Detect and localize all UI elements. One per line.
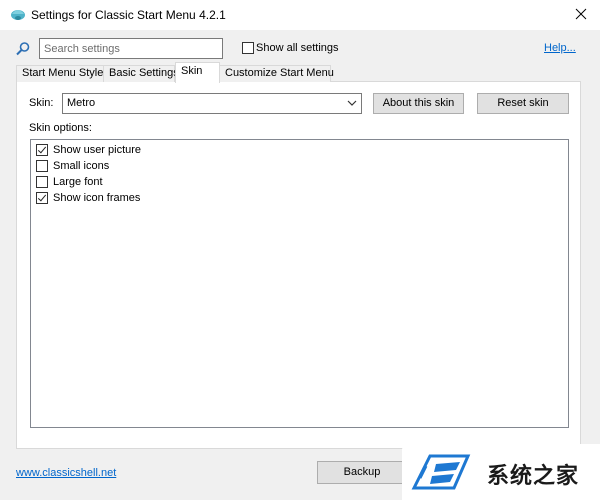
shell-icon [11,10,25,20]
show-all-checkbox[interactable] [242,42,254,54]
small-icons-checkbox[interactable] [36,160,48,172]
title-bar: Settings for Classic Start Menu 4.2.1 [0,0,600,30]
tab-skin[interactable]: Skin [175,62,220,83]
skin-label: Skin: [29,97,54,109]
help-link[interactable]: Help... [544,42,576,54]
skin-options-list: Show user picture Small icons Large font… [30,139,569,428]
skin-selected-value: Metro [67,97,96,109]
option-label: Small icons [53,160,110,172]
about-skin-button[interactable]: About this skin [373,93,464,114]
website-link[interactable]: www.classicshell.net [16,467,116,479]
tab-basic-settings[interactable]: Basic Settings [103,65,179,82]
tab-customize-start-menu[interactable]: Customize Start Menu [219,65,334,82]
close-button[interactable] [566,2,596,26]
search-input[interactable] [39,38,223,59]
show-all-label[interactable]: Show all settings [256,42,339,54]
show-user-picture-checkbox[interactable] [36,144,48,156]
tab-start-menu-style[interactable]: Start Menu Style [16,65,104,82]
watermark: 系统之家 [402,444,600,500]
window-title: Settings for Classic Start Menu 4.2.1 [31,8,226,22]
search-icon [16,42,30,56]
option-label: Show user picture [53,144,142,156]
chevron-down-icon [347,100,357,106]
backup-button[interactable]: Backup [317,461,407,484]
option-label: Show icon frames [53,192,141,204]
large-font-checkbox[interactable] [36,176,48,188]
watermark-logo-icon [411,454,471,490]
skin-options-label: Skin options: [29,122,92,134]
reset-skin-button[interactable]: Reset skin [477,93,569,114]
close-icon [575,8,587,20]
skin-dropdown[interactable]: Metro [62,93,362,114]
show-icon-frames-checkbox[interactable] [36,192,48,204]
watermark-text: 系统之家 [487,464,580,489]
option-label: Large font [53,176,103,188]
